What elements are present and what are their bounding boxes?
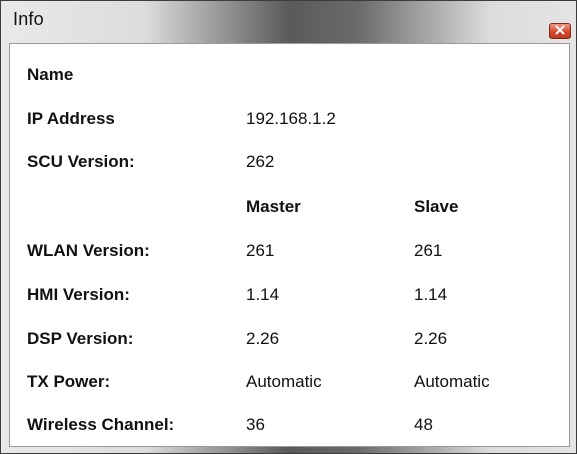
window-title: Info xyxy=(13,9,44,29)
dsp-version-row: DSP Version: 2.26 2.26 xyxy=(10,324,569,354)
wlan-version-slave: 261 xyxy=(414,241,443,260)
dsp-version-label: DSP Version: xyxy=(27,329,134,348)
scu-label: SCU Version: xyxy=(27,152,135,171)
hmi-version-label: HMI Version: xyxy=(27,285,130,304)
tx-power-slave: Automatic xyxy=(414,372,490,391)
scu-row: SCU Version: 262 xyxy=(10,147,569,177)
wireless-channel-row: Wireless Channel: 36 48 xyxy=(10,410,569,440)
wireless-channel-label: Wireless Channel: xyxy=(27,415,175,434)
wlan-version-master: 261 xyxy=(246,241,275,260)
ip-label: IP Address xyxy=(27,109,115,128)
ip-row: IP Address 192.168.1.2 xyxy=(10,104,569,134)
close-icon xyxy=(555,22,565,40)
ip-value: 192.168.1.2 xyxy=(246,109,336,128)
slave-column-header: Slave xyxy=(414,197,459,216)
column-header-row: Master Slave xyxy=(10,192,569,222)
info-window: Info Name IP Address 192.168.1.2 SCU Ver… xyxy=(0,0,577,454)
tx-power-label: TX Power: xyxy=(27,372,111,391)
hmi-version-slave: 1.14 xyxy=(414,285,448,304)
name-label: Name xyxy=(27,65,74,84)
hmi-version-row: HMI Version: 1.14 1.14 xyxy=(10,280,569,310)
tx-power-master: Automatic xyxy=(246,372,322,391)
title-bar[interactable]: Info xyxy=(1,1,576,40)
wlan-version-label: WLAN Version: xyxy=(27,241,150,260)
info-panel: Name IP Address 192.168.1.2 SCU Version:… xyxy=(9,43,570,447)
close-button[interactable] xyxy=(549,23,571,39)
dsp-version-master: 2.26 xyxy=(246,329,280,348)
master-column-header: Master xyxy=(246,197,301,216)
wlan-version-row: WLAN Version: 261 261 xyxy=(10,236,569,266)
wireless-channel-slave: 48 xyxy=(414,415,433,434)
wireless-channel-master: 36 xyxy=(246,415,265,434)
tx-power-row: TX Power: Automatic Automatic xyxy=(10,367,569,397)
dsp-version-slave: 2.26 xyxy=(414,329,448,348)
name-row: Name xyxy=(10,60,569,90)
scu-value: 262 xyxy=(246,152,275,171)
hmi-version-master: 1.14 xyxy=(246,285,280,304)
